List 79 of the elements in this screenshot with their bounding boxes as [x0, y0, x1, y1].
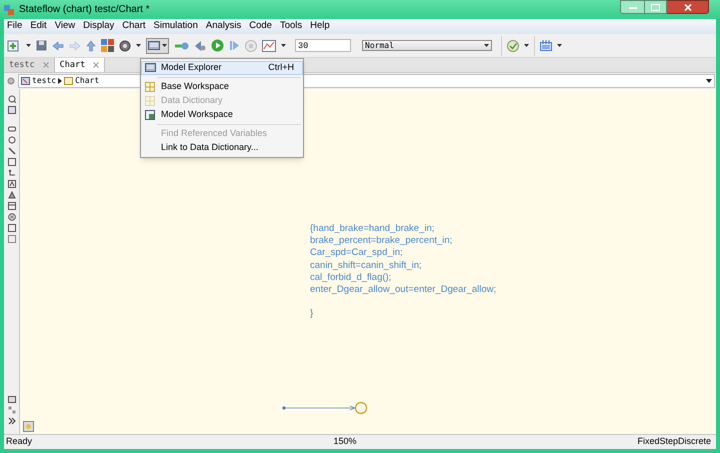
table-icon[interactable] — [8, 202, 16, 210]
new-model-icon[interactable] — [7, 40, 21, 52]
stop-time-field[interactable]: 30 — [295, 39, 351, 52]
close-icon — [684, 4, 692, 10]
code-line: canin_shift=canin_shift_in; — [310, 260, 423, 272]
menu-item[interactable]: Model Explorer Ctrl+H — [141, 61, 303, 75]
check-icon[interactable] — [507, 40, 519, 52]
workspace-grid-icon — [145, 96, 156, 106]
up-arrow-icon[interactable] — [86, 40, 96, 52]
code-line: brake_percent=brake_percent_in; — [310, 235, 454, 248]
model-explorer-button[interactable] — [146, 38, 169, 54]
workspace-grid-icon — [145, 82, 156, 92]
model-workspace-icon — [145, 110, 156, 120]
code-line: Car_spd=Car_spd_in; — [310, 247, 404, 260]
menu-item[interactable]: Analysis — [206, 19, 242, 34]
zoom-level: 150% — [332, 435, 358, 448]
menu-item[interactable]: Model Workspace — [141, 108, 303, 122]
caret-icon[interactable] — [136, 44, 141, 47]
zoom-icon[interactable] — [8, 95, 16, 103]
library-icon[interactable] — [101, 39, 114, 52]
chart-badge-icon[interactable] — [23, 421, 34, 432]
caret-icon — [162, 44, 167, 47]
junction-icon[interactable] — [8, 136, 16, 144]
state-icon[interactable] — [8, 125, 16, 133]
breadcrumb-link[interactable]: testc — [32, 75, 56, 87]
app-icon — [3, 4, 15, 16]
window-title: Stateflow (chart) testc/Chart * — [19, 3, 150, 17]
menu-item[interactable]: Code — [249, 19, 272, 34]
function-icon[interactable] — [8, 180, 16, 188]
menu-item[interactable]: Simulation — [154, 19, 198, 34]
caret-icon[interactable] — [524, 44, 529, 47]
menu-item[interactable]: File — [7, 19, 22, 34]
close-icon — [42, 62, 49, 68]
tab[interactable]: testc — [4, 58, 55, 72]
scope-icon[interactable] — [262, 40, 276, 52]
maximize-button[interactable] — [645, 0, 667, 14]
code-line: {hand_brake=hand_brake_in; — [310, 223, 436, 236]
menu-item[interactable]: Chart — [122, 19, 146, 34]
menu-item[interactable]: Tools — [280, 19, 302, 34]
simulation-mode-dropdown[interactable]: Normal — [362, 40, 492, 51]
close-icon — [93, 62, 100, 68]
history-icon[interactable] — [8, 213, 16, 221]
chart-icon — [64, 77, 74, 85]
step-back-icon[interactable] — [194, 40, 206, 52]
breadcrumb-arrow-icon — [58, 78, 62, 84]
menu-item[interactable]: Link to Data Dictionary... — [141, 141, 303, 155]
menu-item[interactable]: Display — [83, 19, 114, 34]
caret-icon[interactable] — [26, 44, 31, 47]
explorer-icon — [148, 41, 160, 50]
box-icon[interactable] — [8, 158, 16, 166]
code-line: } — [310, 308, 314, 320]
status-text: Ready — [6, 435, 34, 448]
menu-item[interactable]: Help — [310, 19, 330, 34]
menu-item[interactable]: View — [54, 19, 76, 34]
expand-chevrons-icon[interactable] — [8, 417, 16, 425]
maximize-icon — [651, 4, 660, 10]
model-icon — [21, 77, 30, 85]
gear-icon[interactable] — [119, 40, 131, 52]
code-line: cal_forbid_d_flag(); — [310, 272, 392, 284]
breadcrumb-link[interactable]: Chart — [75, 75, 100, 87]
dropdown-caret-icon[interactable] — [706, 79, 712, 83]
run-icon[interactable] — [211, 39, 224, 52]
fit-view-icon[interactable] — [8, 106, 16, 114]
code-line: enter_Dgear_allow_out=enter_Dgear_allow; — [310, 284, 496, 296]
solver-name: FixedStepDiscrete — [636, 435, 712, 448]
back-arrow-icon[interactable] — [52, 40, 64, 50]
explorer-icon — [145, 63, 156, 73]
calendar-icon[interactable] — [540, 40, 552, 51]
caret-icon[interactable] — [557, 44, 562, 47]
caret-icon[interactable] — [281, 44, 286, 47]
caret-icon — [484, 44, 489, 47]
minimize-icon — [628, 6, 636, 8]
save-icon[interactable] — [36, 40, 47, 51]
tab[interactable]: Chart — [54, 58, 106, 72]
close-button[interactable] — [667, 0, 709, 14]
menu-item[interactable]: Edit — [30, 19, 47, 34]
transition-icon[interactable] — [8, 147, 16, 155]
default-transition-icon[interactable] — [8, 169, 16, 177]
minimize-button[interactable] — [620, 0, 645, 14]
